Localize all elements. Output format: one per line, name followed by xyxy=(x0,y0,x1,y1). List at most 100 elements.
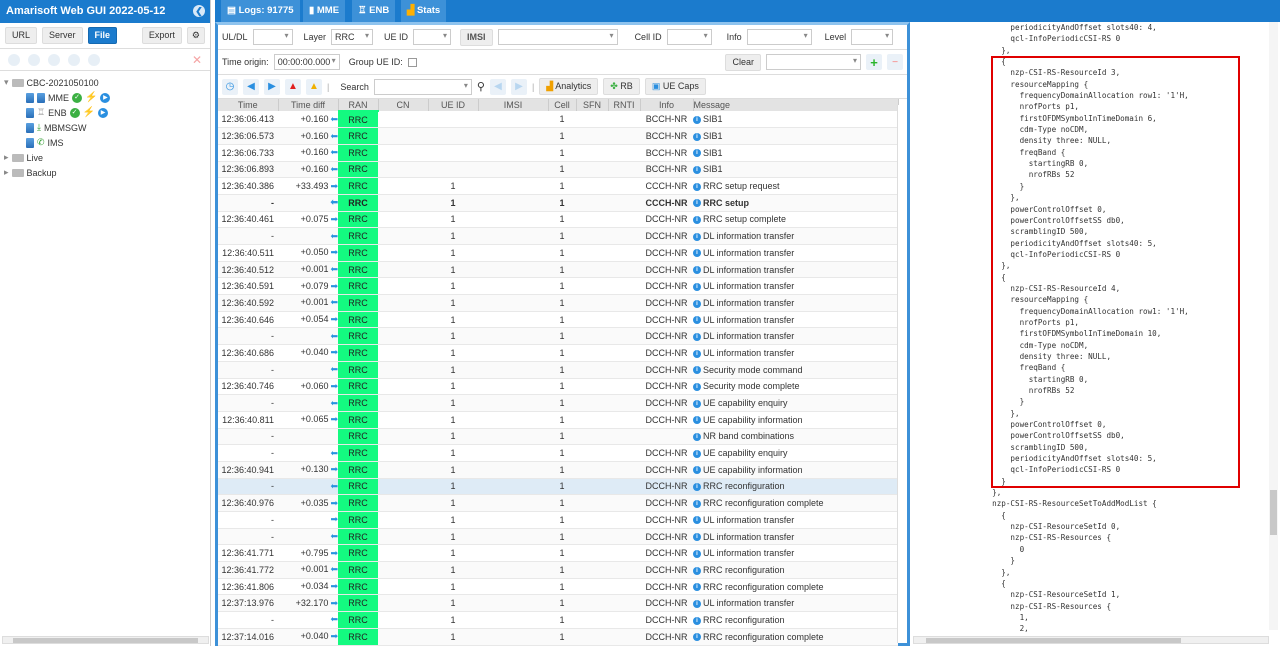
warning-icon[interactable]: ▲ xyxy=(306,78,322,95)
info-icon[interactable]: i xyxy=(693,549,701,558)
column-header[interactable]: UE ID xyxy=(428,99,479,111)
imsi-button[interactable]: IMSI xyxy=(460,28,493,46)
time-origin-input[interactable]: 00:00:00.000 xyxy=(273,54,340,70)
table-row[interactable]: - ➡ RRC 1 1 DCCH-NR i UL information transfer xyxy=(218,511,898,529)
info-icon[interactable]: i xyxy=(693,616,701,625)
column-header[interactable]: Time diff xyxy=(278,99,339,111)
column-header[interactable]: CN xyxy=(378,99,429,111)
log-vscrollbar[interactable] xyxy=(897,105,906,643)
info-icon[interactable]: i xyxy=(693,566,701,575)
table-row[interactable]: 12:37:13.976 +32.170 ➡ RRC 1 1 DCCH-NR i UL info… xyxy=(218,594,898,613)
info-icon[interactable]: i xyxy=(693,115,701,124)
left-hscrollbar[interactable] xyxy=(2,636,209,644)
info-icon[interactable]: i xyxy=(693,166,701,175)
search-next-icon[interactable]: ▶ xyxy=(510,78,527,95)
error-icon[interactable]: ▲ xyxy=(285,78,301,95)
info-icon[interactable]: i xyxy=(693,382,701,391)
detail-vscrollbar[interactable] xyxy=(1269,22,1278,630)
info-icon[interactable]: i xyxy=(693,416,701,425)
table-row[interactable]: 12:36:06.573 +0.160 ⬅ RRC 1 BCCH-NR i SIB1 xyxy=(218,127,898,145)
info-icon[interactable]: i xyxy=(693,282,701,291)
table-row[interactable]: - ⬅ RRC 1 1 DCCH-NR i DL information transfer xyxy=(218,227,898,245)
info-icon[interactable]: i xyxy=(693,583,701,592)
table-row[interactable]: 12:36:41.771 +0.795 ➡ RRC 1 1 DCCH-NR i UL infor… xyxy=(218,544,898,563)
table-row[interactable]: 12:36:06.893 +0.160 ⬅ RRC 1 BCCH-NR i SIB1 xyxy=(218,161,898,179)
imsi-select[interactable] xyxy=(497,29,618,45)
uldl-select[interactable] xyxy=(252,29,293,45)
tree-item-mbmsgw[interactable]: ⤓ MBMSGW xyxy=(4,120,206,135)
play-icon[interactable]: ▶ xyxy=(98,107,109,118)
analytics-button[interactable]: ▟ Analytics xyxy=(539,78,599,95)
delete-icon[interactable]: ✕ xyxy=(192,53,202,67)
column-header[interactable]: IMSI xyxy=(478,99,549,111)
info-icon[interactable]: i xyxy=(693,633,701,642)
info-icon[interactable]: i xyxy=(693,599,701,608)
column-header[interactable]: RNTI xyxy=(608,99,641,111)
export-button[interactable]: Export xyxy=(141,27,182,44)
table-row[interactable]: 12:36:41.806 +0.034 ➡ RRC 1 1 DCCH-NR i RRC reco… xyxy=(218,578,898,596)
tree-item-live[interactable]: ▸ Live xyxy=(4,150,206,165)
info-icon[interactable]: i xyxy=(693,483,701,492)
info-icon[interactable]: i xyxy=(693,232,701,241)
search-prev-icon[interactable]: ◀ xyxy=(489,78,506,95)
play-icon[interactable]: ▶ xyxy=(100,92,111,103)
info-icon[interactable]: i xyxy=(693,132,701,141)
tree-item-ims[interactable]: ✆ IMS xyxy=(4,135,206,150)
table-row[interactable]: 12:36:40.591 +0.079 ➡ RRC 1 1 DCCH-NR i UL infor… xyxy=(218,277,898,296)
table-row[interactable]: 12:36:40.811 +0.065 ➡ RRC 1 1 DCCH-NR i UE capab… xyxy=(218,411,898,429)
detail-hscrollbar[interactable] xyxy=(913,636,1269,644)
table-row[interactable]: 12:36:40.976 +0.035 ➡ RRC 1 1 DCCH-NR i RRC reco… xyxy=(218,494,898,512)
tree-item-backup[interactable]: ▸ Backup xyxy=(4,165,206,180)
info-icon[interactable]: i xyxy=(693,349,701,358)
uecaps-button[interactable]: ▣ UE Caps xyxy=(644,78,706,95)
tab-logs[interactable]: ▤ Logs: 91775 xyxy=(221,0,300,22)
info-icon[interactable]: i xyxy=(693,299,701,308)
tree-item-cbc[interactable]: ▾ CBC-2021050100 xyxy=(4,75,206,90)
table-row[interactable]: 12:36:40.941 +0.130 ➡ RRC 1 1 DCCH-NR i UE capab… xyxy=(218,461,898,479)
info-icon[interactable]: i xyxy=(693,449,701,458)
table-row[interactable]: 12:36:40.686 +0.040 ➡ RRC 1 1 DCCH-NR i UL infor… xyxy=(218,344,898,362)
table-row[interactable]: - ⬅ RRC 1 1 DCCH-NR i RRC reconfiguration xyxy=(218,611,898,629)
info-icon[interactable]: i xyxy=(693,332,701,341)
column-header[interactable]: Time xyxy=(218,99,279,111)
info-icon[interactable]: i xyxy=(693,149,701,158)
column-header[interactable]: Cell xyxy=(548,99,577,111)
tree-item-enb[interactable]: ♖ ENB ✓ ⚡ ▶ xyxy=(4,105,206,120)
table-row[interactable]: - ⬅ RRC 1 1 DCCH-NR i DL information transfer xyxy=(218,528,898,546)
info-icon[interactable]: i xyxy=(693,199,701,208)
search-input[interactable] xyxy=(373,78,472,95)
info-icon[interactable]: i xyxy=(693,182,701,191)
info-icon[interactable]: i xyxy=(693,533,701,542)
info-icon[interactable]: i xyxy=(693,216,701,225)
info-icon[interactable]: i xyxy=(693,249,701,258)
cellid-select[interactable] xyxy=(666,29,712,45)
server-button[interactable]: Server xyxy=(42,27,83,44)
group-ueid-checkbox[interactable] xyxy=(407,57,417,67)
edit-icon[interactable] xyxy=(8,53,20,66)
info-icon[interactable]: i xyxy=(693,266,701,275)
refresh-icon[interactable] xyxy=(48,53,60,66)
table-row[interactable]: - ⬅ RRC 1 1 DCCH-NR i DL information transfer xyxy=(218,327,898,346)
table-row[interactable]: - ⬅ RRC 1 1 DCCH-NR i UE capability enquiry xyxy=(218,444,898,462)
info-icon[interactable]: i xyxy=(693,499,701,508)
table-row[interactable]: - ⬅ RRC 1 1 DCCH-NR i RRC reconfiguration xyxy=(218,478,898,496)
layer-select[interactable]: RRC xyxy=(331,29,374,45)
column-header[interactable]: RAN xyxy=(338,99,379,112)
tools-icon[interactable] xyxy=(88,53,100,66)
column-header[interactable]: Info xyxy=(640,99,694,111)
table-row[interactable]: 12:36:40.386 +33.493 ➡ RRC 1 1 CCCH-NR i RRC set… xyxy=(218,177,898,195)
table-row[interactable]: - ⬅ RRC 1 1 CCCH-NR i RRC setup xyxy=(218,194,898,212)
table-row[interactable]: - ⬅ RRC 1 1 DCCH-NR i UE capability enquiry xyxy=(218,394,898,412)
remove-icon[interactable]: − xyxy=(887,54,903,70)
table-row[interactable]: 12:36:41.772 +0.001 ⬅ RRC 1 1 DCCH-NR i RRC reco… xyxy=(218,561,898,579)
clear-button[interactable]: Clear xyxy=(725,53,761,71)
table-row[interactable]: 12:36:40.746 +0.060 ➡ RRC 1 1 DCCH-NR i Security… xyxy=(218,378,898,396)
info-icon[interactable]: i xyxy=(693,316,701,325)
column-header[interactable]: SFN xyxy=(576,99,609,111)
table-row[interactable]: 12:36:40.646 +0.054 ➡ RRC 1 1 DCCH-NR i UL infor… xyxy=(218,311,898,329)
binoculars-icon[interactable]: ⚲ xyxy=(477,80,485,93)
arrow-left-icon[interactable]: ◀ xyxy=(243,78,259,95)
collapse-panel-icon[interactable]: ❮ xyxy=(193,5,205,17)
table-row[interactable]: - ⬅ RRC 1 1 DCCH-NR i Security mode command xyxy=(218,361,898,379)
table-row[interactable]: 12:36:40.592 +0.001 ⬅ RRC 1 1 DCCH-NR i DL infor… xyxy=(218,294,898,312)
